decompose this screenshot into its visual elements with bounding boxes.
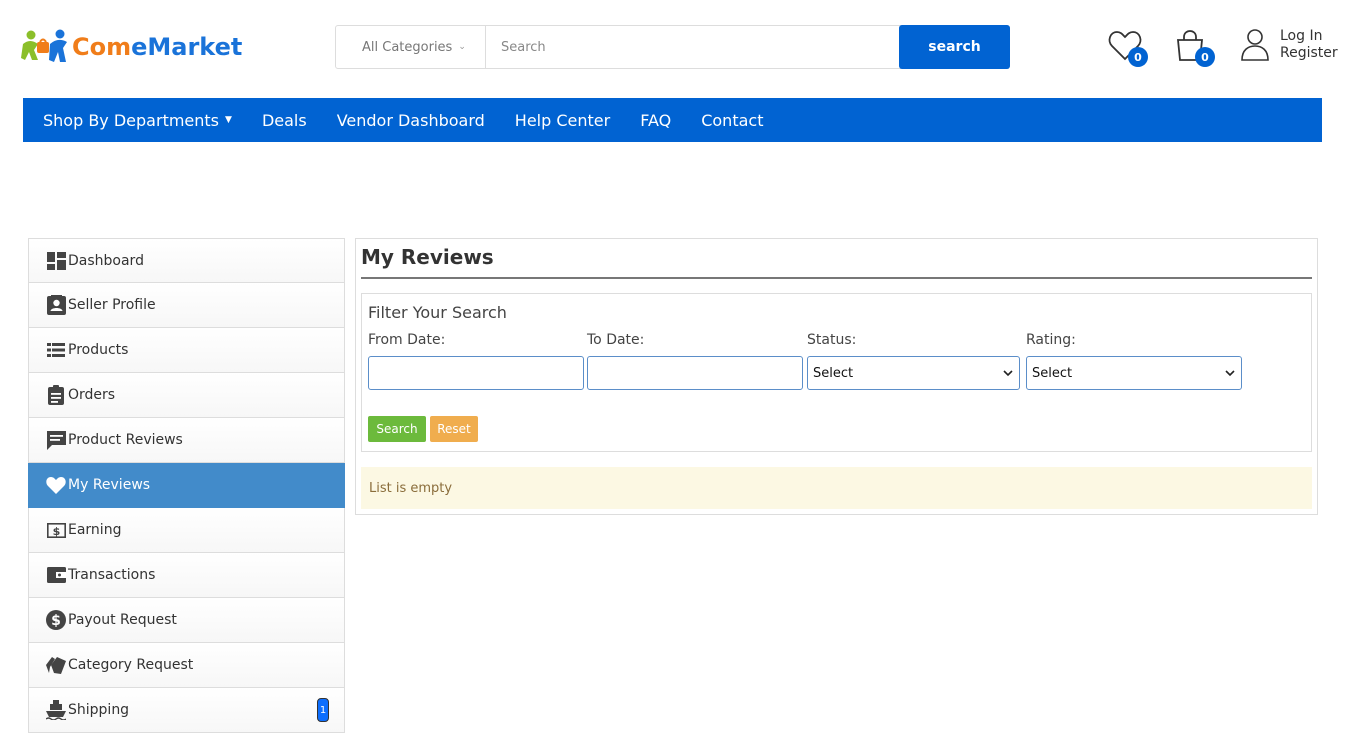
dashboard-icon: [46, 251, 66, 271]
to-date-input[interactable]: [587, 356, 803, 390]
from-date-label: From Date:: [368, 332, 446, 348]
status-label: Status:: [807, 332, 857, 348]
sidebar-item-label: Orders: [68, 387, 116, 403]
sidebar-item-product-reviews[interactable]: Product Reviews: [28, 418, 345, 463]
money-icon: $: [46, 520, 66, 540]
nav-shop-by-departments[interactable]: Shop By Departments ▼: [43, 111, 232, 130]
sidebar-item-label: My Reviews: [68, 477, 151, 493]
rating-select[interactable]: Select: [1026, 356, 1242, 390]
nav-deals[interactable]: Deals: [262, 111, 307, 130]
chevron-down-icon: [1225, 369, 1235, 376]
svg-text:$: $: [52, 525, 60, 538]
search-bar: All Categories ⌄ search: [335, 25, 1010, 69]
logo-text-part1: Com: [72, 33, 132, 61]
sidebar-item-payout-request[interactable]: $ Payout Request: [28, 598, 345, 643]
account-area: Log In Register: [1240, 28, 1338, 62]
sidebar-item-label: Earning: [68, 522, 122, 538]
sidebar-item-label: Product Reviews: [68, 432, 183, 448]
chevron-down-icon: [1003, 369, 1013, 376]
sidebar-item-category-request[interactable]: Category Request: [28, 643, 345, 688]
ship-icon: [46, 700, 66, 720]
filter-heading: Filter Your Search: [368, 303, 507, 322]
sidebar-item-label: Products: [68, 342, 129, 358]
chevron-down-icon: ⌄: [458, 42, 466, 52]
logo-text-part2: eMarket: [131, 33, 243, 61]
sidebar-item-products[interactable]: Products: [28, 328, 345, 373]
filter-reset-button[interactable]: Reset: [430, 416, 478, 442]
sidebar-item-label: Transactions: [68, 567, 156, 583]
cart-button[interactable]: 0: [1175, 30, 1215, 67]
sidebar-item-label: Seller Profile: [68, 297, 156, 313]
category-select-label: All Categories: [362, 39, 453, 55]
profile-icon: [46, 295, 66, 315]
nav-help-center[interactable]: Help Center: [515, 111, 610, 130]
user-icon: [1241, 29, 1269, 61]
filter-search-button[interactable]: Search: [368, 416, 426, 442]
logo[interactable]: ComeMarket: [20, 28, 242, 66]
dollar-icon: $: [46, 610, 66, 630]
site-header: ComeMarket All Categories ⌄ search 0 0 L…: [0, 0, 1345, 98]
vendor-sidebar: Dashboard Seller Profile Products Orders…: [28, 238, 345, 733]
sidebar-item-transactions[interactable]: Transactions: [28, 553, 345, 598]
wallet-icon: [46, 565, 66, 585]
search-button[interactable]: search: [899, 25, 1010, 69]
reviews-panel: My Reviews Filter Your Search From Date:…: [355, 238, 1318, 515]
rating-select-value: Select: [1032, 365, 1073, 381]
sidebar-item-shipping[interactable]: Shipping 1: [28, 688, 345, 733]
status-select-value: Select: [813, 365, 854, 381]
empty-list-alert: List is empty: [361, 467, 1312, 509]
from-date-input[interactable]: [368, 356, 584, 390]
nav-faq[interactable]: FAQ: [640, 111, 671, 130]
logo-text: ComeMarket: [72, 33, 242, 61]
logo-mark-icon: [20, 28, 70, 66]
sidebar-item-my-reviews[interactable]: My Reviews: [28, 463, 345, 508]
heart-icon: [46, 475, 66, 495]
comment-icon: [46, 430, 66, 450]
sidebar-item-dashboard[interactable]: Dashboard: [28, 238, 345, 283]
nav-vendor-dashboard[interactable]: Vendor Dashboard: [337, 111, 485, 130]
svg-text:$: $: [51, 613, 61, 629]
filter-form: Filter Your Search From Date: To Date: S…: [361, 293, 1312, 452]
main-nav: Shop By Departments ▼ Deals Vendor Dashb…: [23, 98, 1322, 142]
wishlist-count-badge: 0: [1128, 47, 1148, 67]
caret-down-icon: ▼: [225, 115, 232, 125]
sidebar-item-orders[interactable]: Orders: [28, 373, 345, 418]
nav-contact[interactable]: Contact: [701, 111, 763, 130]
clipboard-icon: [46, 385, 66, 405]
status-select[interactable]: Select: [807, 356, 1020, 390]
page-title: My Reviews: [361, 243, 1312, 279]
list-icon: [46, 340, 66, 360]
shipping-badge: 1: [317, 698, 329, 722]
wishlist-button[interactable]: 0: [1108, 30, 1148, 67]
rating-label: Rating:: [1026, 332, 1076, 348]
cart-count-badge: 0: [1195, 47, 1215, 67]
search-input[interactable]: [486, 26, 899, 68]
login-link[interactable]: Log In: [1280, 28, 1338, 45]
sidebar-item-label: Payout Request: [68, 612, 177, 628]
to-date-label: To Date:: [587, 332, 645, 348]
tags-icon: [46, 655, 66, 675]
sidebar-item-seller-profile[interactable]: Seller Profile: [28, 283, 345, 328]
register-link[interactable]: Register: [1280, 45, 1338, 62]
category-select[interactable]: All Categories ⌄: [336, 26, 486, 68]
sidebar-item-label: Category Request: [68, 657, 194, 673]
nav-label: Shop By Departments: [43, 110, 220, 130]
sidebar-item-label: Shipping: [68, 702, 130, 718]
sidebar-item-earning[interactable]: $ Earning: [28, 508, 345, 553]
sidebar-item-label: Dashboard: [68, 252, 144, 269]
